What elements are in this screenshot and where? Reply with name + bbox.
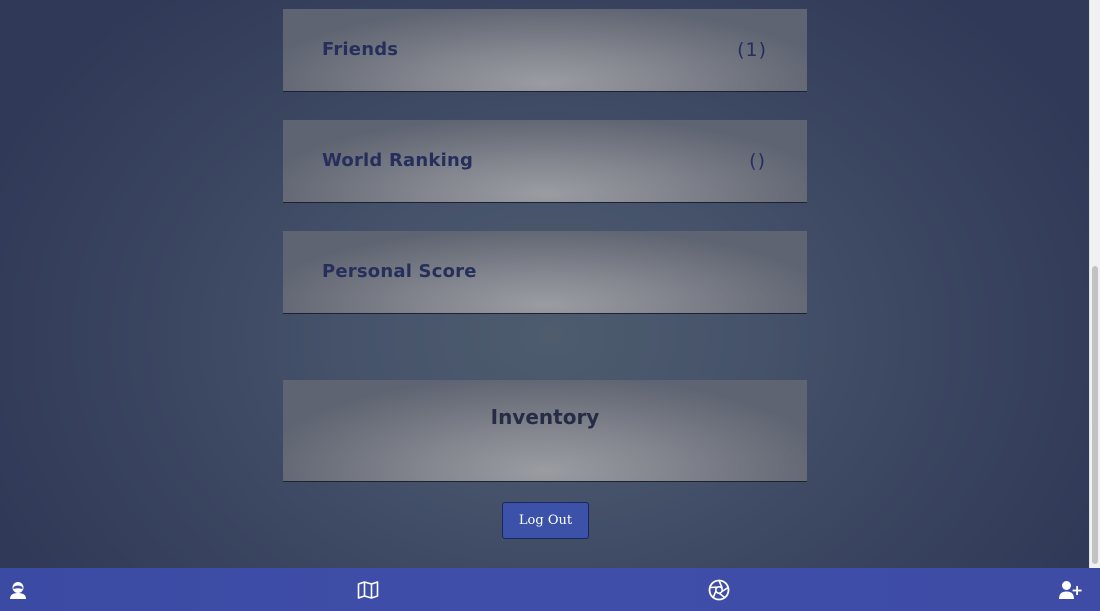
nav-add-friend-button[interactable] (1052, 568, 1088, 611)
add-user-icon (1059, 580, 1082, 599)
bottom-navbar (0, 568, 1100, 611)
nav-map-button[interactable] (350, 568, 386, 611)
scrollbar-thumb[interactable] (1092, 266, 1098, 564)
world-ranking-title: World Ranking (322, 150, 474, 171)
profile-icon (10, 581, 26, 599)
friends-count: (1) (737, 39, 767, 61)
vertical-scrollbar[interactable] (1089, 0, 1100, 568)
world-ranking-card[interactable]: World Ranking () (283, 120, 807, 203)
nav-profile-button[interactable] (0, 568, 36, 611)
aperture-icon (708, 579, 730, 600)
personal-score-card[interactable]: Personal Score (283, 231, 807, 314)
profile-page: Friends (1) World Ranking () Personal Sc… (0, 0, 1090, 568)
friends-card[interactable]: Friends (1) (283, 9, 807, 92)
nav-camera-button[interactable] (701, 568, 737, 611)
inventory-title: Inventory (490, 405, 600, 429)
friends-title: Friends (322, 39, 399, 60)
personal-score-title: Personal Score (322, 261, 477, 282)
map-icon (357, 580, 379, 599)
world-ranking-count: () (749, 150, 766, 172)
inventory-card[interactable]: Inventory (283, 380, 807, 482)
log-out-button[interactable]: Log Out (502, 502, 589, 539)
